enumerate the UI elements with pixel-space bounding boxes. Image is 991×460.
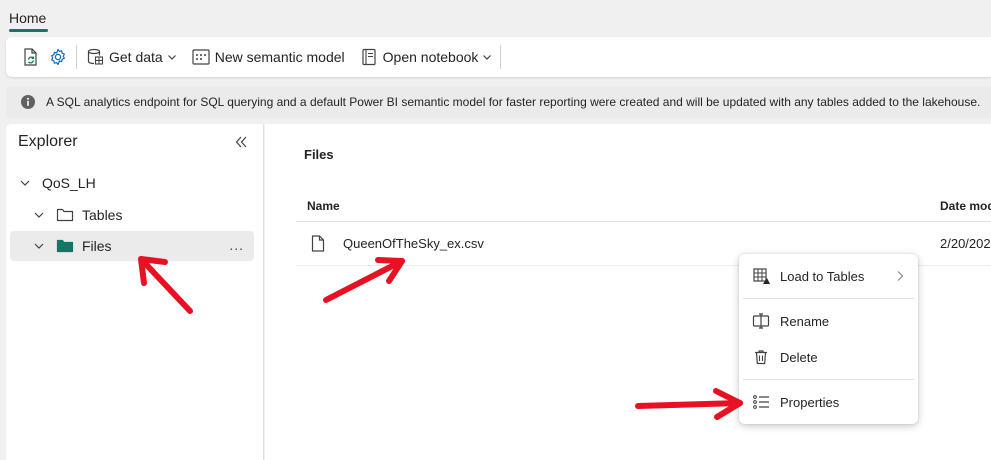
new-semantic-model-label: New semantic model (214, 49, 345, 65)
menu-item-rename[interactable]: Rename (743, 305, 914, 337)
tab-home-indicator (9, 29, 48, 32)
properties-list-icon (752, 393, 770, 411)
chevron-down-icon (482, 52, 492, 62)
rename-icon (752, 312, 770, 330)
ribbon-toolbar: Get data New semantic model Open noteboo… (6, 37, 991, 77)
trash-icon (752, 348, 770, 366)
more-options-icon[interactable]: ... (229, 238, 244, 252)
chevron-down-icon[interactable] (18, 176, 32, 190)
tree-item-files[interactable]: Files ... (10, 231, 254, 261)
menu-label-rename: Rename (780, 313, 830, 329)
refresh-icon (20, 47, 40, 67)
tab-strip: Home (0, 0, 991, 36)
open-notebook-label: Open notebook (382, 49, 479, 65)
file-date: 2/20/202 (940, 236, 991, 251)
get-data-label: Get data (109, 49, 163, 65)
menu-item-properties[interactable]: Properties (743, 386, 914, 418)
gear-icon (48, 47, 68, 67)
chevron-down-icon[interactable] (32, 239, 46, 253)
column-header-name[interactable]: Name (307, 199, 340, 213)
tab-home[interactable]: Home (9, 10, 46, 26)
info-bar: A SQL analytics endpoint for SQL queryin… (6, 86, 991, 118)
file-name[interactable]: QueenOfTheSky_ex.csv (343, 236, 484, 251)
folder-filled-icon (56, 238, 74, 254)
menu-divider (743, 379, 914, 380)
tree-item-root[interactable]: QoS_LH (18, 168, 258, 198)
menu-divider (743, 298, 914, 299)
settings-button[interactable] (44, 42, 72, 72)
menu-item-delete[interactable]: Delete (743, 341, 914, 373)
chevron-down-icon[interactable] (32, 208, 46, 222)
get-data-button[interactable]: Get data (81, 42, 181, 72)
explorer-panel: Explorer QoS_LH Tables Files ... (6, 124, 264, 460)
tree-item-tables[interactable]: Tables (32, 200, 258, 230)
file-icon (311, 235, 325, 252)
open-notebook-button[interactable]: Open notebook (355, 42, 497, 72)
tree-label-root: QoS_LH (42, 175, 96, 191)
database-icon (85, 47, 105, 67)
column-header-date[interactable]: Date mod (940, 199, 991, 213)
context-menu: Load to Tables Rename Delete Properties (739, 254, 918, 424)
refresh-button[interactable] (16, 42, 44, 72)
chevron-down-icon (167, 52, 177, 62)
info-icon (20, 94, 36, 110)
new-semantic-model-button[interactable]: New semantic model (187, 42, 349, 72)
info-message: A SQL analytics endpoint for SQL queryin… (46, 95, 981, 109)
explorer-title: Explorer (18, 133, 78, 150)
menu-item-load-to-tables[interactable]: Load to Tables (743, 260, 914, 292)
tree-label-tables: Tables (82, 207, 123, 223)
ribbon-separator (76, 45, 77, 69)
folder-icon (56, 207, 74, 223)
collapse-panel-icon[interactable] (234, 135, 248, 149)
ribbon-separator (500, 45, 502, 69)
chevron-right-icon (896, 270, 904, 282)
table-load-icon (752, 267, 770, 285)
menu-label-properties: Properties (780, 394, 840, 410)
semantic-model-icon (191, 47, 211, 67)
tree-label-files: Files (82, 238, 112, 254)
menu-label-delete: Delete (780, 349, 818, 365)
menu-label-load-to-tables: Load to Tables (780, 268, 865, 284)
notebook-icon (359, 47, 379, 67)
page-title: Files (304, 147, 334, 162)
